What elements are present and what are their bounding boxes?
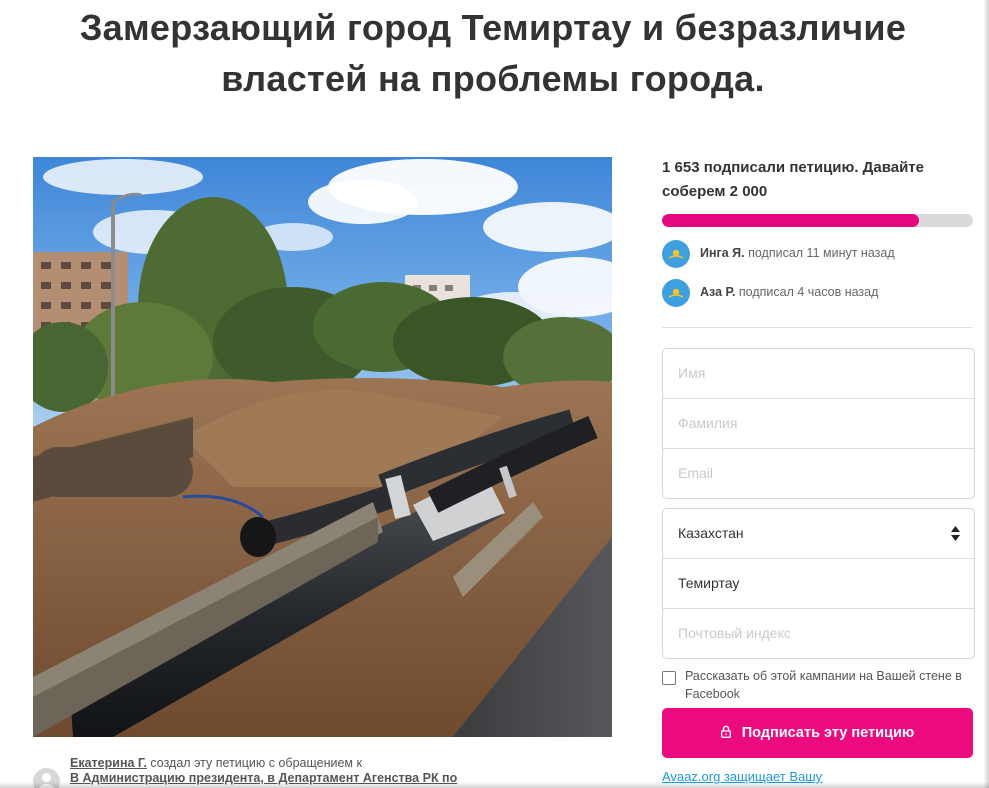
facebook-share-label: Рассказать об этой кампании на Вашей сте… bbox=[685, 669, 962, 701]
title-line-1: Замерзающий город Темиртау и безразличие bbox=[79, 7, 907, 48]
signature-progress-bar bbox=[662, 214, 973, 227]
location-fields: Казахстан Темиртау bbox=[662, 508, 975, 659]
window-shadow bbox=[0, 782, 989, 788]
lock-icon bbox=[720, 725, 731, 742]
sign-petition-label: Подписать эту петицию bbox=[741, 725, 915, 741]
signature-progress-fill bbox=[662, 214, 920, 227]
signer-name: Инга Я. bbox=[700, 246, 745, 260]
signer-time: подписал 4 часов назад bbox=[735, 285, 879, 299]
postal-code-field[interactable] bbox=[663, 609, 973, 657]
email-field[interactable] bbox=[663, 449, 973, 497]
kazakhstan-flag-icon bbox=[662, 240, 690, 268]
title-line-2: властей на проблемы города. bbox=[221, 58, 765, 99]
petition-title: Замерзающий город Темиртау и безразличие… bbox=[40, 2, 946, 104]
kazakhstan-flag-icon bbox=[662, 279, 690, 307]
name-email-fields bbox=[662, 348, 975, 499]
recent-signer-2: Аза Р. подписал 4 часов назад bbox=[662, 279, 977, 307]
country-select[interactable]: Казахстан bbox=[663, 509, 974, 559]
creator-name-link[interactable]: Екатерина Г. bbox=[70, 756, 147, 770]
petition-photo bbox=[33, 157, 612, 737]
window-shadow bbox=[983, 0, 989, 788]
last-name-field[interactable] bbox=[663, 399, 973, 447]
signer-time: подписал 11 минут назад bbox=[744, 246, 895, 260]
first-name-field[interactable] bbox=[663, 349, 973, 397]
signature-count-text: 1 653 подписали петицию. Давайте соберем… bbox=[662, 159, 924, 200]
city-field[interactable]: Темиртау bbox=[663, 559, 974, 609]
sign-petition-button[interactable]: Подписать эту петицию bbox=[662, 708, 973, 758]
signer-name: Аза Р. bbox=[700, 285, 736, 299]
country-value: Казахстан bbox=[678, 525, 744, 541]
select-arrows-icon bbox=[951, 526, 960, 541]
city-value: Темиртау bbox=[678, 575, 740, 591]
recent-signer-1: Инга Я. подписал 11 минут назад bbox=[662, 240, 977, 268]
facebook-share-checkbox[interactable] bbox=[662, 671, 676, 685]
creator-text: создал эту петицию с обращением к bbox=[146, 756, 362, 770]
divider bbox=[662, 327, 973, 328]
